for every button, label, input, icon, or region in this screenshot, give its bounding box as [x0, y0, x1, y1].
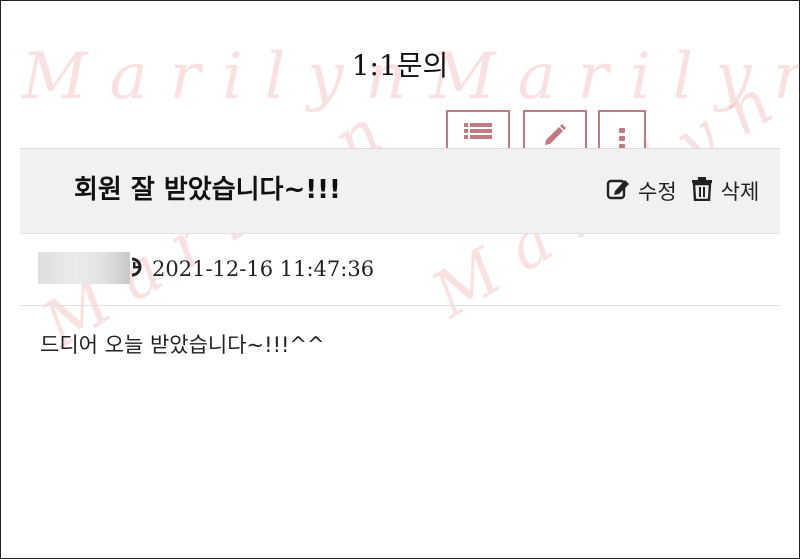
clock-icon: [130, 256, 152, 283]
trash-icon: [691, 176, 721, 206]
page-title: 1:1문의: [351, 49, 449, 82]
divider: [20, 305, 780, 306]
delete-label: 삭제: [720, 180, 760, 204]
post-meta: 2021-12-16 11:47:36: [130, 254, 374, 284]
edit-icon: [606, 177, 638, 206]
list-icon: [462, 122, 494, 144]
pencil-icon: [542, 122, 568, 148]
delete-button[interactable]: 삭제: [691, 176, 760, 206]
post-actions: 수정 삭제: [606, 176, 773, 206]
edit-label: 수정: [638, 180, 677, 204]
author-name-blurred: [38, 252, 130, 284]
edit-button[interactable]: 수정: [606, 176, 677, 206]
post-body: 드디어 오늘 받았습니다~!!!^^: [40, 333, 325, 357]
post-datetime: 2021-12-16 11:47:36: [152, 257, 375, 281]
post-title: 회원 잘 받았습니다~!!!: [74, 175, 341, 205]
